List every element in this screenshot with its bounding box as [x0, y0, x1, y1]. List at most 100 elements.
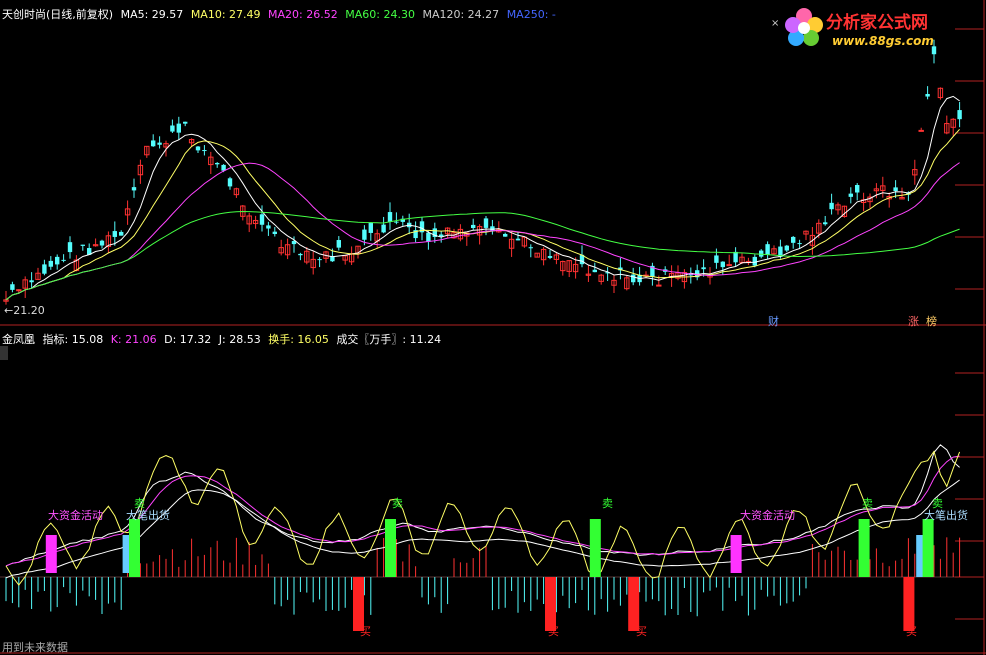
signal-label: 买: [360, 625, 371, 638]
candle-body-down: [439, 234, 444, 237]
candle-body-down: [157, 142, 162, 145]
candle-body-down: [99, 240, 105, 246]
signal-bar: [730, 535, 742, 573]
candle-body-down: [387, 212, 393, 222]
signal-bar: [903, 577, 915, 631]
candle-body-down: [215, 162, 220, 165]
volume-value: 成交〖万手〗: 11.24: [336, 333, 442, 346]
candle-body-down: [791, 236, 796, 243]
candle-body-down: [733, 251, 738, 263]
candle-body-down: [368, 222, 373, 233]
finance-event-tag[interactable]: 财: [767, 313, 780, 329]
low-price-value: 21.20: [13, 304, 45, 317]
signal-bar: [353, 577, 364, 631]
candle-body-down: [61, 259, 66, 261]
k-value: K: 21.06: [110, 333, 157, 346]
ma60-label: MA60: 24.30: [345, 8, 415, 21]
candle-body-down: [336, 240, 341, 248]
signal-label: 大资金活动: [48, 508, 103, 522]
candle-body-down: [151, 140, 156, 147]
candle-body-up: [918, 129, 924, 132]
dragon-tiger-tag[interactable]: 榜: [925, 313, 938, 329]
signal-label: 大资金活动: [740, 508, 795, 522]
candle-body-down: [195, 146, 201, 151]
candle-body-down: [483, 218, 489, 228]
candle-body-down: [202, 150, 207, 152]
candle-body-down: [131, 187, 137, 191]
d-value: D: 17.32: [164, 333, 212, 346]
limit-up-tag[interactable]: 涨: [907, 313, 920, 329]
indicator-header: 金凤凰 指标: 15.08 K: 21.06 D: 17.32 J: 28.53…: [2, 331, 445, 347]
future-data-note: 用到未来数据: [2, 641, 68, 654]
candle-body-up: [656, 284, 662, 287]
chart-canvas: 大资金活动 大笔出货卖卖卖大资金活动卖 卖大笔出货买买买买: [0, 0, 986, 655]
candle-body-up: [16, 289, 22, 292]
candle-body-down: [957, 110, 962, 120]
candle-body-down: [10, 284, 15, 290]
ma10-label: MA10: 27.49: [190, 8, 261, 21]
candle-body-down: [848, 193, 853, 197]
signal-bar: [858, 519, 870, 577]
signal-label: 卖: [602, 497, 613, 510]
panel-expand-handle[interactable]: [0, 346, 8, 360]
candle-body-down: [29, 280, 34, 283]
candle-body-down: [170, 125, 175, 132]
logo-url: www.88gs.com: [832, 34, 934, 48]
signal-label: 买: [906, 625, 917, 638]
candle-body-down: [720, 261, 725, 268]
candle-body-down: [67, 242, 73, 253]
indicator-value: 指标: 15.08: [42, 333, 104, 346]
ma120-label: MA120: 24.27: [422, 8, 500, 21]
ma5-label: MA5: 29.57: [120, 8, 184, 21]
low-price-marker: ←21.20: [4, 304, 45, 317]
signal-label: 大笔出货: [924, 508, 968, 522]
signal-label: 大笔出货: [126, 508, 170, 522]
candle-body-down: [272, 231, 277, 235]
candle-body-down: [317, 259, 322, 261]
candle-body-down: [394, 221, 399, 223]
candle-body-down: [227, 178, 233, 187]
candle-body-down: [259, 214, 265, 225]
candle-body-down: [528, 247, 533, 249]
candle-body-down: [298, 253, 303, 256]
signal-label: 卖: [862, 497, 873, 510]
candle-body-down: [266, 225, 271, 229]
signal-label: 卖: [134, 497, 145, 510]
candle-body-down: [547, 256, 553, 258]
signal-label: 买: [636, 625, 647, 638]
candle-body-down: [503, 233, 508, 237]
signal-label: 买: [548, 625, 559, 638]
candle-body-down: [112, 231, 117, 237]
candle-body-down: [784, 245, 789, 251]
candle-body-down: [592, 269, 597, 273]
ma20-label: MA20: 26.52: [268, 8, 338, 21]
candle-body-down: [119, 231, 124, 236]
candle-body-down: [42, 264, 47, 274]
signal-bar: [45, 535, 57, 573]
j-value: J: 28.53: [218, 333, 261, 346]
site-logo: 分析家公式网 www.88gs.com: [780, 4, 980, 54]
candle-body-down: [823, 222, 828, 225]
logo-title: 分析家公式网: [826, 13, 928, 33]
candle-body-down: [55, 256, 60, 265]
candle-body-down: [490, 226, 495, 231]
candle-body-down: [752, 256, 757, 266]
candle-body-down: [893, 187, 898, 192]
indicator-name: 金凤凰: [2, 333, 35, 346]
signal-bar: [385, 519, 396, 577]
signal-bar: [628, 577, 640, 631]
signal-bar: [545, 577, 556, 631]
main-chart-header: 天创时尚(日线,前复权) MA5: 29.57 MA10: 27.49 MA20…: [2, 6, 560, 22]
candle-body-down: [925, 93, 930, 97]
candle-body-down: [515, 238, 521, 241]
flower-logo-icon: [785, 8, 823, 46]
signal-bar: [129, 519, 140, 577]
candle-body-down: [759, 250, 764, 257]
candle-body-down: [183, 121, 188, 124]
stock-name: 天创时尚(日线,前复权): [2, 8, 114, 21]
turnover-value: 换手: 16.05: [268, 333, 329, 346]
signal-bar: [922, 519, 934, 577]
candle-body-down: [381, 224, 386, 233]
candle-body-down: [829, 202, 834, 210]
ma250-label: MA250: -: [506, 8, 556, 21]
